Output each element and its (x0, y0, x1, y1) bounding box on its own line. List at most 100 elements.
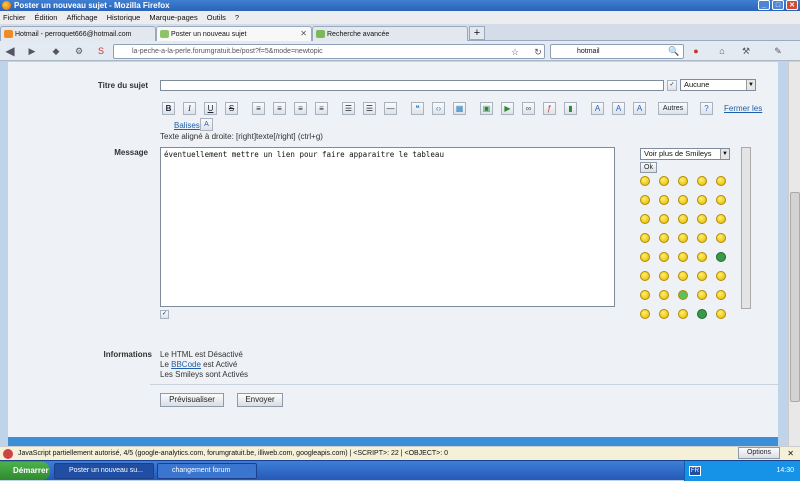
smiley-icon[interactable] (716, 195, 726, 205)
menu-bookmarks[interactable]: Marque-pages (149, 13, 197, 22)
bullet-list-button[interactable]: ☰ (342, 102, 355, 115)
menu-file[interactable]: Fichier (3, 13, 26, 22)
underline-button[interactable]: U (204, 102, 217, 115)
page-scrollbar[interactable] (788, 62, 800, 446)
smiley-icon[interactable] (716, 309, 726, 319)
home-icon[interactable]: ⌂ (716, 45, 728, 57)
smiley-icon[interactable] (697, 309, 707, 319)
align-justify-button[interactable]: ≡ (315, 102, 328, 115)
tools-icon[interactable]: ⚒ (740, 45, 752, 57)
preview-button[interactable]: Prévisualiser (160, 393, 224, 407)
smiley-icon[interactable] (640, 176, 650, 186)
smiley-icon[interactable] (659, 176, 669, 186)
subject-input[interactable] (160, 80, 664, 91)
smiley-icon[interactable] (697, 252, 707, 262)
align-left-button[interactable]: ≡ (252, 102, 265, 115)
addon-icon[interactable]: ◆ (50, 45, 62, 57)
align-right-button[interactable]: ≡ (294, 102, 307, 115)
flash-button[interactable]: ƒ (543, 102, 556, 115)
forward-icon[interactable]: ▶ (26, 45, 38, 57)
address-bar[interactable]: la-peche-a-la-perle.forumgratuit.be/post… (113, 44, 545, 59)
smiley-icon[interactable] (716, 271, 726, 281)
menu-help[interactable]: ? (235, 13, 239, 22)
smiley-icon[interactable] (640, 309, 650, 319)
minimize-button[interactable]: _ (758, 0, 770, 10)
spellcheck-icon[interactable]: ✓ (667, 80, 677, 91)
task-firefox[interactable]: Poster un nouveau su... (54, 463, 154, 479)
bbcode-link[interactable]: BBCode (171, 360, 201, 369)
smiley-icon[interactable] (697, 214, 707, 224)
smiley-icon[interactable] (678, 176, 688, 186)
smiley-icon[interactable] (659, 309, 669, 319)
smiley-icon[interactable] (678, 271, 688, 281)
noscript-icon[interactable]: S (95, 45, 107, 57)
send-button[interactable]: Envoyer (237, 393, 283, 407)
smiley-icon[interactable] (659, 233, 669, 243)
extension-icon[interactable]: ✎ (772, 45, 784, 57)
tags-link[interactable]: Balises (174, 121, 200, 130)
smiley-icon[interactable] (659, 290, 669, 300)
code-button[interactable]: ‹› (432, 102, 445, 115)
align-center-button[interactable]: ≡ (273, 102, 286, 115)
italic-button[interactable]: I (183, 102, 196, 115)
tab-close-icon[interactable]: ✕ (300, 29, 307, 38)
close-tags-link[interactable]: Fermer les (724, 104, 762, 113)
start-button[interactable]: Démarrer (0, 462, 50, 480)
smiley-icon[interactable] (659, 214, 669, 224)
menu-tools[interactable]: Outils (207, 13, 226, 22)
smiley-icon[interactable] (640, 233, 650, 243)
addon-icon[interactable]: ⚙ (73, 45, 85, 57)
smiley-icon[interactable] (716, 233, 726, 243)
image-button[interactable]: ▣ (480, 102, 493, 115)
smiley-icon[interactable] (659, 271, 669, 281)
smiley-icon[interactable] (640, 214, 650, 224)
font-size-button[interactable]: A (591, 102, 604, 115)
language-indicator[interactable]: FR (689, 466, 701, 476)
smiley-icon[interactable] (678, 195, 688, 205)
menu-edit[interactable]: Édition (35, 13, 58, 22)
quote-button[interactable]: ❝ (411, 102, 424, 115)
reload-icon[interactable]: ↻ (532, 46, 544, 58)
task-folder[interactable]: changement forum (157, 463, 257, 479)
smiley-icon[interactable] (697, 233, 707, 243)
smiley-icon[interactable] (716, 290, 726, 300)
new-tab-button[interactable]: + (469, 26, 485, 40)
smileys-select[interactable]: Voir plus de Smileys ▼ (640, 148, 730, 160)
smiley-icon[interactable] (697, 290, 707, 300)
smiley-icon[interactable] (678, 252, 688, 262)
spellcheck-icon[interactable]: ✓ (160, 310, 169, 319)
smiley-icon[interactable] (659, 195, 669, 205)
font-color-button[interactable]: A (612, 102, 625, 115)
bold-button[interactable]: B (162, 102, 175, 115)
strike-button[interactable]: S (225, 102, 238, 115)
smiley-icon[interactable] (640, 252, 650, 262)
smiley-icon[interactable] (716, 214, 726, 224)
topic-type-select[interactable]: Aucune ▼ (680, 79, 756, 91)
remove-format-button[interactable]: A (200, 118, 213, 131)
smiley-icon[interactable] (678, 309, 688, 319)
options-button[interactable]: Options (738, 447, 780, 459)
smiley-icon[interactable] (640, 290, 650, 300)
close-icon[interactable]: ✕ (787, 447, 794, 460)
smiley-icon[interactable] (716, 252, 726, 262)
smiley-icon[interactable] (716, 176, 726, 186)
tab-advanced-search[interactable]: Recherche avancée (312, 26, 468, 41)
smiley-icon[interactable] (678, 233, 688, 243)
font-face-button[interactable]: A (633, 102, 646, 115)
spoiler-button[interactable]: ▮ (564, 102, 577, 115)
smiley-icon[interactable] (697, 195, 707, 205)
abp-icon[interactable]: ● (690, 45, 702, 57)
hr-button[interactable]: — (384, 102, 397, 115)
table-button[interactable]: ▦ (453, 102, 466, 115)
bookmark-star-icon[interactable]: ☆ (509, 46, 521, 58)
message-textarea[interactable]: éventuellement mettre un lien pour faire… (160, 147, 615, 307)
smileys-ok-button[interactable]: Ok (640, 162, 657, 173)
close-button[interactable]: ✕ (786, 0, 798, 10)
menu-view[interactable]: Affichage (66, 13, 97, 22)
search-icon[interactable]: 🔍 (668, 45, 680, 57)
search-box[interactable]: hotmail (550, 44, 684, 59)
tab-new-topic[interactable]: Poster un nouveau sujet ✕ (156, 26, 312, 41)
smiley-icon[interactable] (640, 195, 650, 205)
smiley-icon[interactable] (697, 271, 707, 281)
video-button[interactable]: ▶ (501, 102, 514, 115)
